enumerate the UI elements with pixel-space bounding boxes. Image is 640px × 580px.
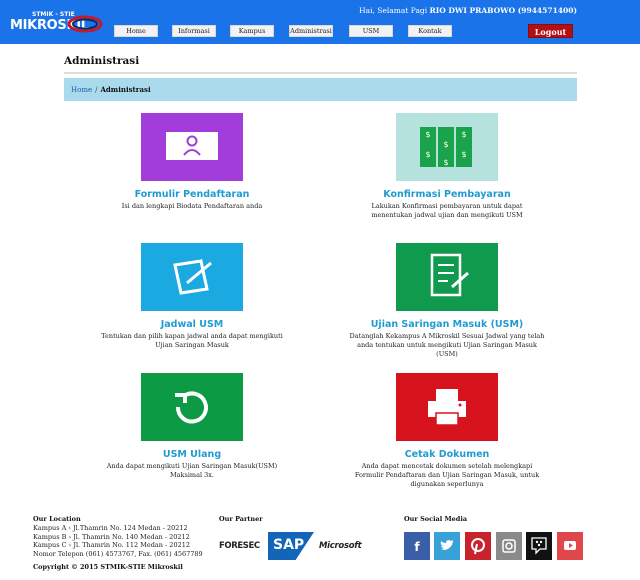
card-title[interactable]: Jadwal USM xyxy=(92,319,292,330)
card-title[interactable]: Ujian Saringan Masuk (USM) xyxy=(347,319,547,330)
money-stack-icon: $ $ $ $ $ $ xyxy=(420,127,472,167)
svg-text:$: $ xyxy=(461,130,466,139)
address-line: Kampus B › Jl. Thamrin No. 140 Medan - 2… xyxy=(33,532,190,541)
card-usm-ulang[interactable]: USM Ulang Anda dapat mengikuti Ujian Sar… xyxy=(92,373,292,483)
user-form-icon xyxy=(166,132,218,160)
card-cetak-dokumen[interactable]: Cetak Dokumen Anda dapat mencetak dokume… xyxy=(347,373,547,493)
pinterest-icon xyxy=(471,538,485,555)
card-jadwal-usm[interactable]: Jadwal USM Tentukan dan pilih kapan jadw… xyxy=(92,243,292,353)
card-konfirmasi-pembayaran[interactable]: $ $ $ $ $ $ Konfirmasi Pembayaran Lakuka… xyxy=(347,113,547,233)
card-tile[interactable] xyxy=(141,243,243,311)
card-title[interactable]: Konfirmasi Pembayaran xyxy=(347,189,547,200)
card-tile[interactable]: $ $ $ $ $ $ xyxy=(396,113,498,181)
nav-home[interactable]: Home xyxy=(114,25,158,37)
partner-logos: FORESEC SAP Microsoft xyxy=(219,532,364,562)
sap-logo-text: SAP xyxy=(273,537,305,553)
breadcrumb: Home / Administrasi xyxy=(64,78,577,101)
footer-location-lines: Kampus A › Jl.Thamrin No. 124 Medan - 20… xyxy=(33,524,203,558)
card-tile[interactable] xyxy=(396,243,498,311)
card-description: Anda dapat mengikuti Ujian Saringan Masu… xyxy=(106,462,278,479)
svg-text:$: $ xyxy=(425,130,430,139)
sap-logo[interactable]: SAP xyxy=(268,532,314,560)
nav-usm[interactable]: USM xyxy=(349,25,393,37)
footer-social-heading: Our Social Media xyxy=(404,515,468,523)
svg-text:$: $ xyxy=(443,158,448,167)
svg-text:$: $ xyxy=(425,150,430,159)
youtube-button[interactable] xyxy=(557,532,583,560)
logo-swoosh-icon xyxy=(67,15,103,33)
bbm-icon xyxy=(531,537,547,555)
edit-note-icon xyxy=(173,259,212,295)
card-ujian-saringan-masuk[interactable]: Ujian Saringan Masuk (USM) Datanglah Kek… xyxy=(347,243,547,358)
card-formulir-pendaftaran[interactable]: Formulir Pendaftaran Isi dan lengkapi Bi… xyxy=(92,113,292,223)
copyright: Copyright © 2015 STMIK-STIE Mikroskil xyxy=(33,563,183,571)
user-name: RIO DWI PRABOWO (9944571400) xyxy=(429,6,577,15)
greeting-text: Hai, Selamat Pagi xyxy=(359,6,428,15)
card-description: Datanglah Kekampus A Mikroskil Sesuai Ja… xyxy=(349,332,545,358)
microsoft-logo[interactable]: Microsoft xyxy=(319,541,362,551)
twitter-icon xyxy=(440,540,453,550)
phone-line: Nomor Telepon (061) 4573767, Fax. (061) … xyxy=(33,549,203,558)
card-description: Lakukan Konfirmasi pembayaran untuk dapa… xyxy=(371,202,523,219)
twitter-button[interactable] xyxy=(434,532,460,560)
facebook-button[interactable]: f xyxy=(404,532,430,560)
card-tile[interactable] xyxy=(141,373,243,441)
card-tile[interactable] xyxy=(141,113,243,181)
logout-button[interactable]: Logout xyxy=(528,24,573,38)
footer-partner-heading: Our Partner xyxy=(219,515,263,523)
svg-text:$: $ xyxy=(461,150,466,159)
card-title[interactable]: Cetak Dokumen xyxy=(347,449,547,460)
card-tile[interactable] xyxy=(396,373,498,441)
bbm-button[interactable] xyxy=(526,532,552,560)
mikroskil-logo[interactable]: STMIK - STIE MIKROSKIL xyxy=(6,8,103,38)
page-title: Administrasi xyxy=(64,55,140,67)
breadcrumb-home[interactable]: Home xyxy=(71,86,92,94)
notebook-pen-icon xyxy=(430,253,469,297)
refresh-icon xyxy=(175,391,208,424)
address-line: Kampus A › Jl.Thamrin No. 124 Medan - 20… xyxy=(33,524,188,532)
card-description: Tentukan dan pilih kapan jadwal anda dap… xyxy=(101,332,283,349)
printer-icon xyxy=(428,389,466,426)
card-title[interactable]: USM Ulang xyxy=(92,449,292,460)
card-description: Isi dan lengkapi Biodata Pendaftaran and… xyxy=(121,202,263,210)
greeting: Hai, Selamat Pagi RIO DWI PRABOWO (99445… xyxy=(359,6,577,15)
nav-kampus[interactable]: Kampus xyxy=(230,25,274,37)
facebook-icon: f xyxy=(414,540,420,554)
svg-text:f: f xyxy=(414,540,420,554)
breadcrumb-separator: / xyxy=(95,86,98,94)
instagram-icon xyxy=(502,539,516,553)
foresec-logo[interactable]: FORESEC xyxy=(219,541,260,551)
youtube-icon xyxy=(564,541,576,550)
title-divider xyxy=(64,72,577,74)
svg-text:$: $ xyxy=(443,140,448,149)
nav-informasi[interactable]: Informasi xyxy=(172,25,216,37)
pinterest-button[interactable] xyxy=(465,532,491,560)
breadcrumb-current: Administrasi xyxy=(100,85,151,94)
card-title[interactable]: Formulir Pendaftaran xyxy=(92,189,292,200)
top-header: STMIK - STIE MIKROSKIL Hai, Selamat Pagi… xyxy=(0,0,640,44)
instagram-button[interactable] xyxy=(496,532,522,560)
footer-location-heading: Our Location xyxy=(33,515,81,523)
nav-kontak[interactable]: Kontak xyxy=(408,25,452,37)
nav-administrasi[interactable]: Administrasi xyxy=(289,25,333,37)
card-description: Anda dapat mencetak dokumen setelah mele… xyxy=(354,462,540,488)
address-line: Kampus C › Jl. Thamrin No. 112 Medan - 2… xyxy=(33,541,190,549)
